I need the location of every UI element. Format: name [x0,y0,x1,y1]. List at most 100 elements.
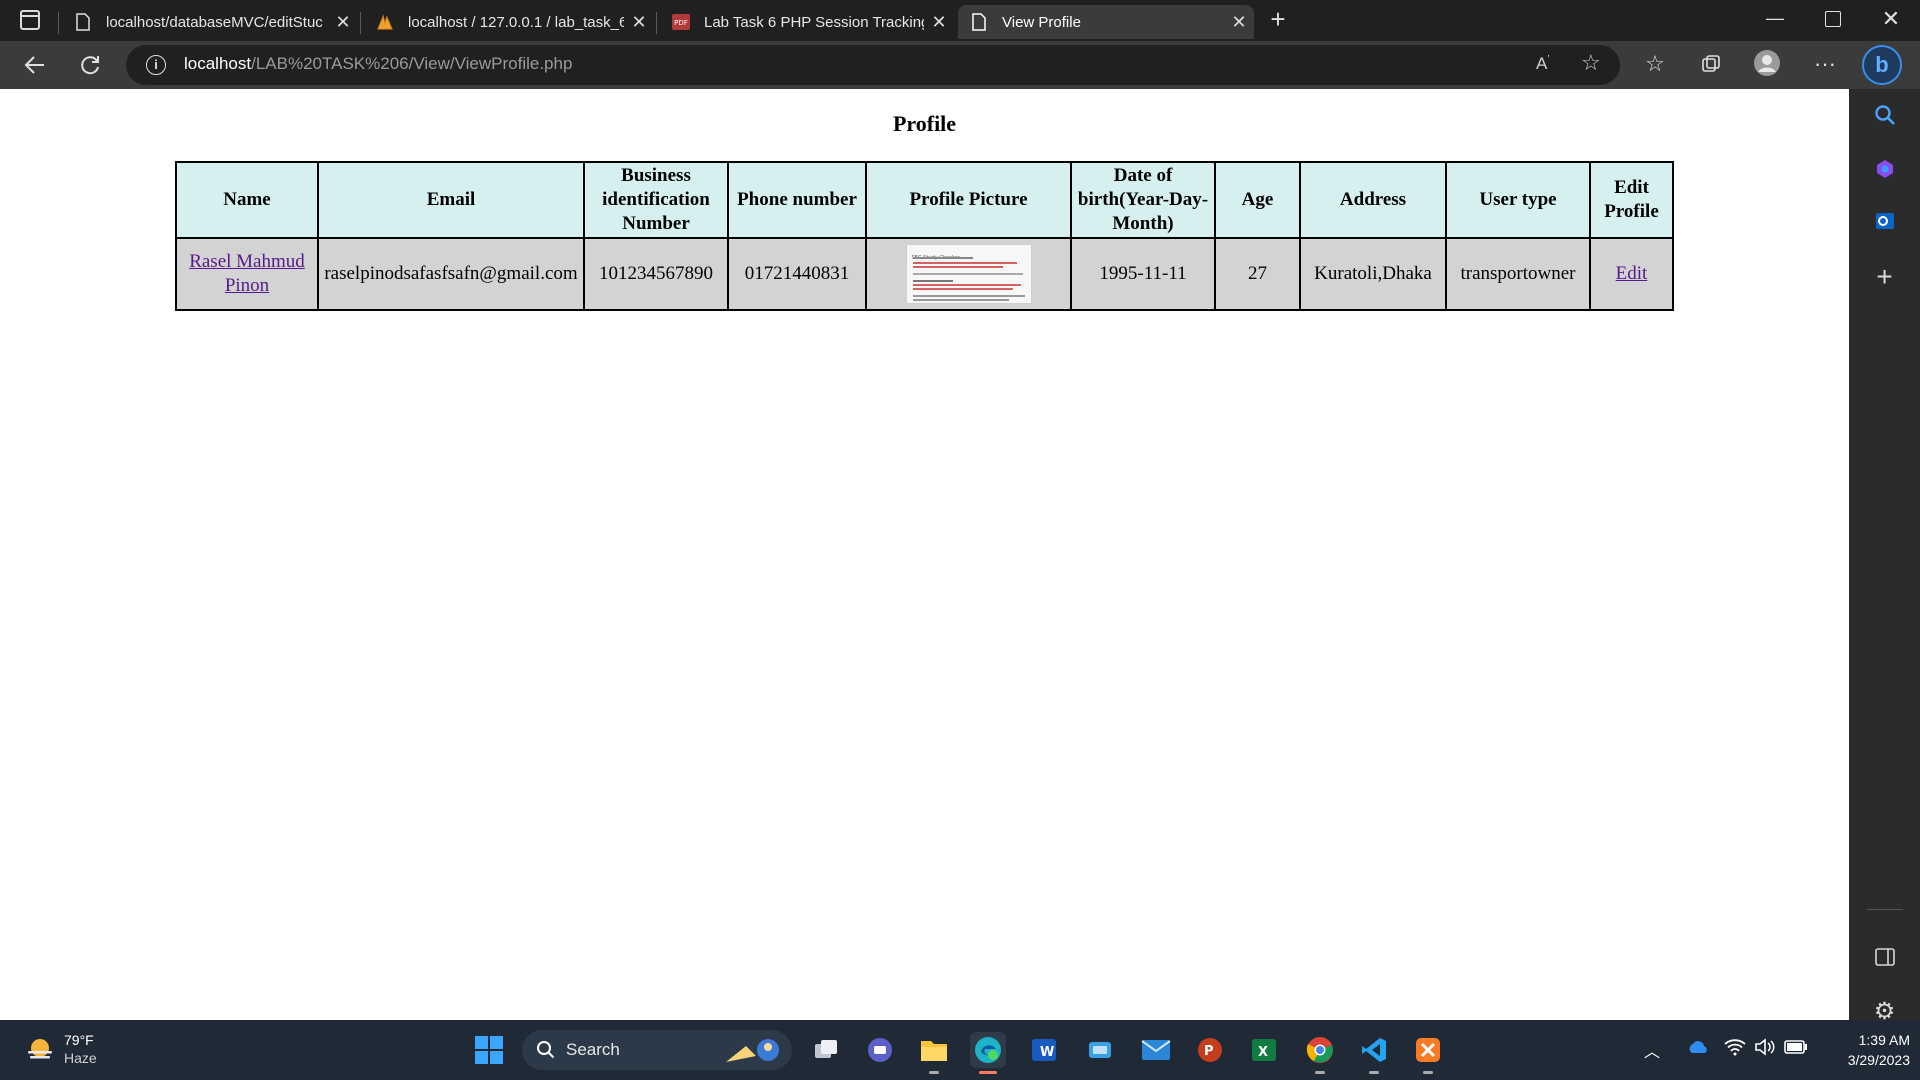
profile-avatar-icon[interactable] [1752,48,1782,78]
tab-actions-icon[interactable] [20,10,40,30]
battery-icon[interactable] [1784,1040,1808,1059]
volume-icon[interactable] [1754,1038,1776,1061]
search-icon [537,1041,555,1059]
column-header-age: Age [1214,161,1301,239]
sidebar-divider [1867,909,1903,910]
column-header-address: Address [1299,161,1447,239]
minimize-button[interactable]: — [1760,8,1790,32]
hide-sidebar-icon[interactable] [1849,937,1920,977]
add-favorite-icon[interactable]: ☆ [1581,50,1601,76]
site-info-icon[interactable]: i [146,55,166,75]
collections-icon[interactable] [1696,49,1726,79]
tab-lab-task-pdf[interactable]: PDF Lab Task 6 PHP Session Tracking ✕ [660,5,954,39]
powerpoint-icon[interactable]: P [1192,1032,1228,1068]
cell-name: Rasel Mahmud Pinon [175,237,319,311]
search-icon[interactable] [1849,95,1920,135]
tab-view-profile[interactable]: View Profile ✕ [958,5,1254,39]
taskbar-search-box[interactable]: Search [522,1030,792,1070]
tab-strip: localhost/databaseMVC/editStuc ✕ localho… [0,0,1920,41]
edge-browser-icon[interactable] [970,1032,1006,1074]
mail-icon[interactable] [1138,1032,1174,1068]
add-sidebar-app-icon[interactable]: + [1849,257,1920,297]
refresh-icon[interactable] [75,51,105,79]
weather-condition: Haze [64,1050,97,1066]
cell-bin: 101234567890 [583,237,729,311]
running-indicator [929,1071,939,1074]
windows-start-icon[interactable] [471,1032,507,1068]
chrome-icon[interactable] [1302,1032,1338,1074]
clock-date: 3/29/2023 [1847,1052,1910,1068]
cell-age: 27 [1214,237,1301,311]
table-row: Rasel Mahmud Pinon raselpinodsafasfsafn@… [175,237,1674,311]
new-tab-button[interactable]: + [1263,4,1293,34]
whiteboard-icon[interactable] [1082,1032,1118,1068]
phpmyadmin-icon [376,13,394,31]
tab-label: localhost/databaseMVC/editStuc [106,13,323,31]
column-header-name: Name [175,161,319,239]
sun-haze-icon [28,1039,52,1059]
url-path: /LAB%20TASK%206/View/ViewProfile.php [251,54,573,73]
profile-name-link[interactable]: Rasel Mahmud Pinon [189,251,305,296]
cell-dob: 1995-11-11 [1070,237,1216,311]
back-icon[interactable] [20,51,50,79]
windows-taskbar: 79°F Haze Search W P X ︿ 1:39 AM 3/29/20… [0,1020,1920,1080]
svg-text:PDF: PDF [674,19,688,27]
column-header-picture: Profile Picture [865,161,1072,239]
outlook-icon[interactable] [1849,201,1920,241]
excel-icon[interactable]: X [1246,1032,1282,1068]
table-header-row: Name Email Business identification Numbe… [175,161,1674,239]
column-header-email: Email [317,161,585,239]
svg-text:P: P [1204,1044,1214,1059]
clock[interactable]: 1:39 AM 3/29/2023 [1818,1030,1910,1070]
cell-phone: 01721440831 [727,237,867,311]
favorites-icon[interactable]: ☆ [1640,49,1670,79]
xampp-icon[interactable] [1410,1032,1446,1074]
cell-usertype: transportowner [1445,237,1591,311]
wifi-icon[interactable] [1724,1038,1746,1061]
vscode-icon[interactable] [1356,1032,1392,1074]
page-icon [970,13,988,31]
running-indicator [1315,1071,1325,1074]
clock-time: 1:39 AM [1858,1032,1910,1048]
tab-phpmyadmin[interactable]: localhost / 127.0.0.1 / lab_task_6 ✕ [364,5,654,39]
svg-text:W: W [1040,1045,1054,1060]
profile-picture-thumbnail: SEG Study Checker [905,244,1032,304]
cell-picture: SEG Study Checker [865,237,1072,311]
task-view-icon[interactable] [808,1032,844,1068]
bing-icon[interactable]: b [1862,45,1902,85]
teams-chat-icon[interactable] [862,1032,898,1068]
cell-address: Kuratoli,Dhaka [1299,237,1447,311]
search-highlight-icon [726,1039,779,1062]
onedrive-icon[interactable] [1686,1040,1710,1059]
page-icon [74,13,92,31]
close-icon[interactable]: ✕ [328,12,358,33]
close-window-button[interactable]: ✕ [1876,4,1906,34]
tab-edit-student[interactable]: localhost/databaseMVC/editStuc ✕ [62,5,358,39]
cell-email: raselpinodsafasfsafn@gmail.com [317,237,585,311]
page-content: Profile Name Email Business identificati… [0,89,1849,1020]
restore-button[interactable] [1825,11,1841,27]
svg-text:X: X [1258,1045,1268,1060]
column-header-phone: Phone number [727,161,867,239]
file-explorer-icon[interactable] [916,1032,952,1074]
edge-sidebar: + ⚙ [1849,89,1920,1025]
column-header-usertype: User type [1445,161,1591,239]
search-label: Search [566,1040,620,1059]
weather-widget[interactable]: 79°F Haze [20,1028,140,1072]
more-options-icon[interactable]: ··· [1810,49,1840,79]
running-indicator [1423,1071,1433,1074]
copilot-icon[interactable] [1849,149,1920,189]
word-icon[interactable]: W [1026,1032,1062,1068]
close-icon[interactable]: ✕ [1224,12,1254,33]
cell-edit: Edit [1589,237,1674,311]
show-hidden-icons-chevron-icon[interactable]: ︿ [1644,1038,1660,1062]
column-header-bin: Business identification Number [583,161,729,239]
page-title: Profile [892,111,957,136]
close-icon[interactable]: ✕ [924,12,954,33]
edit-profile-link[interactable]: Edit [1616,263,1648,284]
url-host: localhost [184,54,252,73]
column-header-edit: Edit Profile [1589,161,1674,239]
read-aloud-icon[interactable]: Aʼ [1536,54,1550,74]
close-icon[interactable]: ✕ [624,12,654,33]
address-bar[interactable]: i localhost/LAB%20TASK%206/View/ViewProf… [126,45,1620,85]
